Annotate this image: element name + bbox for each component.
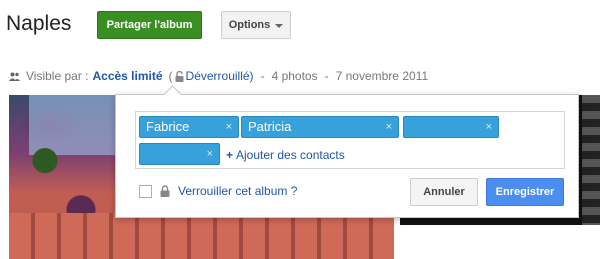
- save-label: Enregistrer: [495, 186, 555, 198]
- contact-chip[interactable]: Patricia ×: [241, 116, 399, 138]
- popup-notch: [163, 85, 182, 104]
- lock-icon: [175, 70, 184, 82]
- contacts-chip-box[interactable]: Fabrice × Patricia × × × + Ajouter des co…: [135, 111, 565, 169]
- chip-label: Fabrice: [146, 119, 190, 134]
- lock-album-row: Verrouiller cet album ?: [139, 184, 297, 198]
- add-contacts-link[interactable]: + Ajouter des contacts: [226, 148, 345, 162]
- add-contacts-label: Ajouter des contacts: [236, 148, 345, 162]
- access-link[interactable]: Accès limité: [92, 69, 162, 83]
- share-album-label: Partager l'album: [106, 19, 193, 31]
- visibility-prefix: Visible par :: [26, 69, 89, 83]
- chip-label: Patricia: [248, 119, 292, 134]
- people-icon: [9, 72, 20, 81]
- visibility-line: Visible par : Accès limité ( Déverrouill…: [9, 69, 428, 83]
- contact-chip[interactable]: ×: [403, 116, 499, 138]
- save-button[interactable]: Enregistrer: [486, 178, 564, 206]
- close-icon[interactable]: ×: [207, 144, 213, 164]
- options-button[interactable]: Options: [221, 11, 291, 39]
- photo-count: 4 photos: [271, 69, 318, 83]
- lock-album-checkbox[interactable]: [139, 184, 152, 198]
- close-icon[interactable]: ×: [386, 117, 392, 137]
- contact-chip[interactable]: Fabrice ×: [139, 116, 239, 138]
- share-album-button[interactable]: Partager l'album: [97, 11, 202, 39]
- separator: -: [324, 69, 329, 83]
- lock-icon: [160, 185, 170, 197]
- chevron-down-icon: [275, 24, 284, 28]
- lock-album-label[interactable]: Verrouiller cet album ?: [178, 184, 297, 198]
- options-label: Options: [228, 19, 271, 31]
- share-popup: Fabrice × Patricia × × × + Ajouter des co…: [115, 85, 579, 218]
- album-date: 7 novembre 2011: [335, 69, 429, 83]
- close-icon[interactable]: ×: [486, 117, 492, 137]
- paren-open: (: [168, 69, 173, 83]
- photo-building: [9, 213, 394, 259]
- album-title: Naples: [6, 12, 72, 35]
- contact-chip[interactable]: ×: [139, 143, 220, 165]
- cancel-button[interactable]: Annuler: [410, 178, 478, 206]
- plus-icon: +: [226, 148, 234, 162]
- separator: -: [260, 69, 265, 83]
- cancel-label: Annuler: [423, 186, 465, 198]
- photo-strip: [582, 95, 600, 225]
- close-icon[interactable]: ×: [226, 117, 232, 137]
- unlocked-link[interactable]: Déverrouillé): [186, 69, 254, 83]
